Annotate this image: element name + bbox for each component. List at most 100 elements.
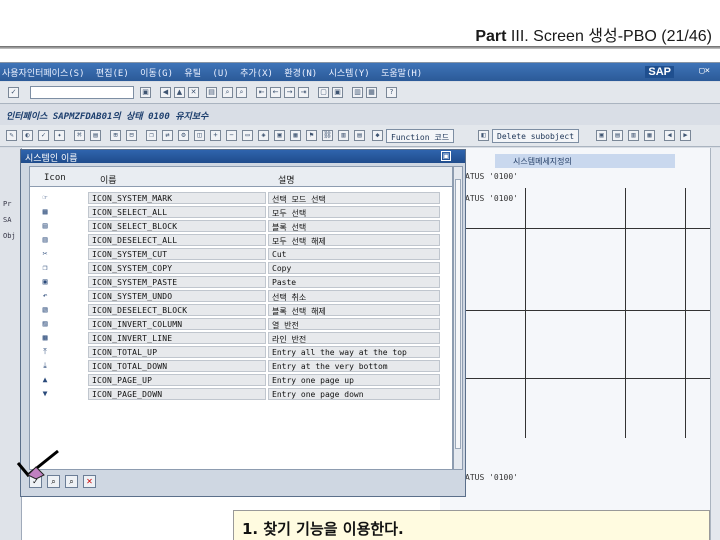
back-icon[interactable]: ◀ [160, 87, 171, 98]
list-item[interactable]: ⤒ ICON_TOTAL_UP Entry all the way at the t… [30, 345, 452, 359]
icon-name-cell[interactable]: ICON_SYSTEM_PASTE [88, 276, 266, 288]
icon-name-cell[interactable]: ICON_TOTAL_DOWN [88, 360, 266, 372]
icon-name-cell[interactable]: ICON_SELECT_ALL [88, 206, 266, 218]
first-page-icon[interactable]: ⇤ [256, 87, 267, 98]
icon-name-cell[interactable]: ICON_SYSTEM_MARK [88, 192, 266, 204]
move-icon[interactable]: ⇄ [162, 130, 173, 141]
icon-name-cell[interactable]: ICON_INVERT_LINE [88, 332, 266, 344]
menu-item-goto[interactable]: 이동(G) [140, 69, 173, 79]
list-item[interactable]: ▼ ICON_PAGE_DOWN Entry one page down [30, 387, 452, 401]
menu-item-edit[interactable]: 편집(E) [96, 69, 129, 79]
scroll-left-icon[interactable]: ◀ [664, 130, 675, 141]
icon-name-cell[interactable]: ICON_INVERT_COLUMN [88, 318, 266, 330]
activate-icon[interactable]: ✦ [54, 130, 65, 141]
toolbar-extra4-icon[interactable]: ▦ [644, 130, 655, 141]
icon-name-cell[interactable]: ICON_PAGE_UP [88, 374, 266, 386]
icon-description-cell[interactable]: 선택 모드 선택 [268, 192, 440, 204]
icon-name-cell[interactable]: ICON_SYSTEM_UNDO [88, 290, 266, 302]
icon-description-cell[interactable]: Paste [268, 276, 440, 288]
toolbar-extra-icon[interactable]: ▣ [596, 130, 607, 141]
icon-description-cell[interactable]: Entry at the very bottom [268, 360, 440, 372]
menu-item-help[interactable]: 도움말(H) [381, 69, 422, 79]
function-code-icon[interactable]: ◆ [372, 130, 383, 141]
where-used-icon[interactable]: ⌘ [74, 130, 85, 141]
delete-subobject-icon[interactable]: ◧ [478, 130, 489, 141]
print-icon[interactable]: ▤ [206, 87, 217, 98]
icon-description-cell[interactable]: Entry one page down [268, 388, 440, 400]
expand-icon[interactable]: + [210, 130, 221, 141]
icon-name-cell[interactable]: ICON_SELECT_BLOCK [88, 220, 266, 232]
toolbar-extra3-icon[interactable]: ▥ [628, 130, 639, 141]
list-item[interactable]: ▨ ICON_INVERT_COLUMN 열 반전 [30, 317, 452, 331]
list-item[interactable]: ▧ ICON_DESELECT_BLOCK 블록 선택 해제 [30, 303, 452, 317]
last-page-icon[interactable]: ⇥ [298, 87, 309, 98]
icon-description-cell[interactable]: 모두 선택 [268, 206, 440, 218]
table-icon[interactable]: ▤ [354, 130, 365, 141]
link-icon[interactable]: ⛓ [322, 130, 333, 141]
insert-icon[interactable]: ⊞ [110, 130, 121, 141]
scroll-right-icon[interactable]: ▶ [680, 130, 691, 141]
list-item[interactable]: ▩ ICON_INVERT_LINE 라인 반전 [30, 331, 452, 345]
icon-description-cell[interactable]: Copy [268, 262, 440, 274]
dialog-scrollbar-thumb[interactable] [455, 179, 461, 449]
command-field[interactable] [30, 86, 134, 99]
window-controls-icon[interactable]: ▢× [699, 66, 710, 76]
main-scrollbar[interactable] [710, 148, 720, 540]
cancel-icon[interactable]: ✕ [188, 87, 199, 98]
list-item[interactable]: ☞ ICON_SYSTEM_MARK 선택 모드 선택 [30, 191, 452, 205]
menu-item-utilities[interactable]: 유틸 [184, 69, 201, 79]
menu-item-utilities-key[interactable]: (U) [212, 69, 228, 79]
close-icon[interactable]: ▣ [441, 151, 451, 161]
delete-icon[interactable]: ⊟ [126, 130, 137, 141]
list-item[interactable]: ✂ ICON_SYSTEM_CUT Cut [30, 247, 452, 261]
graphics-icon[interactable]: ▣ [274, 130, 285, 141]
menu-item-interface[interactable]: 사용자인터페이스(S) [2, 69, 85, 79]
help-icon[interactable]: ? [386, 87, 397, 98]
icon-description-cell[interactable]: 모두 선택 해제 [268, 234, 440, 246]
list-item[interactable]: ▲ ICON_PAGE_UP Entry one page up [30, 373, 452, 387]
tree-icon[interactable]: ▥ [338, 130, 349, 141]
layout-icon[interactable]: ▥ [352, 87, 363, 98]
menu-item-system[interactable]: 시스템(Y) [329, 69, 370, 79]
list-item[interactable]: ⤓ ICON_TOTAL_DOWN Entry at the very bottom [30, 359, 452, 373]
icon-description-cell[interactable]: Cut [268, 248, 440, 260]
icon-name-cell[interactable]: ICON_SYSTEM_COPY [88, 262, 266, 274]
icon-description-cell[interactable]: 선택 취소 [268, 290, 440, 302]
icon-description-cell[interactable]: 블록 선택 [268, 220, 440, 232]
confirm-icon[interactable]: ✓ [29, 475, 42, 488]
flag-icon[interactable]: ⚑ [306, 130, 317, 141]
menu-item-extras[interactable]: 추가(X) [240, 69, 273, 79]
icon-description-cell[interactable]: Entry all the way at the top [268, 346, 440, 358]
new-session-icon[interactable]: ▢ [318, 87, 329, 98]
find-next-icon[interactable]: ⌕ [236, 87, 247, 98]
icon-description-cell[interactable]: 라인 반전 [268, 332, 440, 344]
check-icon[interactable]: ✓ [38, 130, 49, 141]
overview-icon[interactable]: ▦ [290, 130, 301, 141]
prev-page-icon[interactable]: ← [270, 87, 281, 98]
cancel-icon[interactable]: ✕ [83, 475, 96, 488]
find-icon[interactable]: ⌕ [47, 475, 60, 488]
list-item[interactable]: ↶ ICON_SYSTEM_UNDO 선택 취소 [30, 289, 452, 303]
icon-description-cell[interactable]: 블록 선택 해제 [268, 304, 440, 316]
active-inactive-icon[interactable]: ◐ [22, 130, 33, 141]
layout-menu-icon[interactable]: ▦ [366, 87, 377, 98]
copy-icon[interactable]: ❐ [146, 130, 157, 141]
collapse-icon[interactable]: − [226, 130, 237, 141]
find-next-icon[interactable]: ⌕ [65, 475, 78, 488]
object-list-icon[interactable]: ▤ [90, 130, 101, 141]
icon-description-cell[interactable]: 열 반전 [268, 318, 440, 330]
icon-name-cell[interactable]: ICON_SYSTEM_CUT [88, 248, 266, 260]
ruler-icon[interactable]: ▭ [242, 130, 253, 141]
list-item[interactable]: ▥ ICON_DESELECT_ALL 모두 선택 해제 [30, 233, 452, 247]
dialog-scrollbar[interactable] [453, 166, 463, 470]
icon-name-cell[interactable]: ICON_TOTAL_UP [88, 346, 266, 358]
enter-icon[interactable]: ✓ [8, 87, 19, 98]
exit-icon[interactable]: ▲ [174, 87, 185, 98]
icon-list-icon[interactable]: ◈ [258, 130, 269, 141]
icon-description-cell[interactable]: Entry one page up [268, 374, 440, 386]
icon-name-cell[interactable]: ICON_PAGE_DOWN [88, 388, 266, 400]
display-object-icon[interactable]: ◫ [194, 130, 205, 141]
shortcut-icon[interactable]: ▣ [332, 87, 343, 98]
save-icon[interactable]: ▣ [140, 87, 151, 98]
function-code-button[interactable]: Function 코드 [386, 129, 455, 143]
